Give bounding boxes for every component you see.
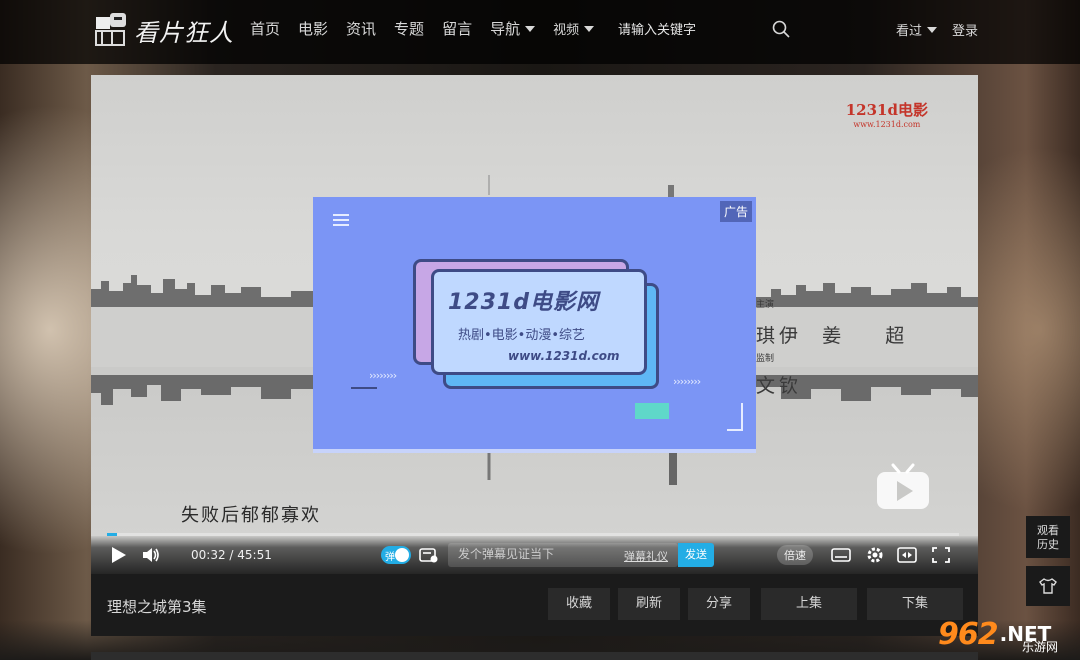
gear-icon[interactable]: [865, 546, 885, 564]
logo-text: 看片狂人: [134, 18, 234, 47]
video-player[interactable]: 1231d电影 www.1231d.com 主演 琪伊 姜 超 监制 文钦 失败…: [91, 75, 978, 574]
ad-title: 1231d电影网: [448, 290, 599, 315]
previous-episode-button[interactable]: 上集: [761, 588, 857, 620]
ad-decoration: [635, 403, 669, 419]
watermark-url: www.1231d.com: [853, 120, 921, 129]
ad-badge: 广告: [719, 201, 752, 222]
credit-role: 监制: [756, 354, 775, 364]
site-logo[interactable]: 看片狂人: [92, 10, 234, 50]
danmaku-toggle-label: 弹: [385, 552, 395, 563]
nav-item-guide[interactable]: 导航: [490, 18, 536, 39]
credit-role: 主演: [756, 300, 775, 310]
nav-item-messages[interactable]: 留言: [442, 18, 472, 39]
nav-label: 资讯: [346, 20, 377, 38]
nav-label: 留言: [442, 20, 473, 38]
episode-bar: 理想之城第3集 收藏 刷新 分享 上集 下集: [91, 574, 978, 636]
progress-bar[interactable]: [107, 533, 959, 536]
ad-card: 1231d电影网 热剧•电影•动漫•综艺 www.1231d.com: [431, 269, 647, 375]
login-link[interactable]: 登录: [952, 20, 978, 39]
watermark-subtitle: 乐游网: [1022, 640, 1059, 654]
fullscreen-icon[interactable]: [931, 546, 951, 564]
menu-icon: [333, 214, 349, 226]
chevron-down-icon: [584, 25, 595, 32]
subtitle-caption: 失败后郁郁寡欢: [181, 505, 321, 526]
nav-item-topics[interactable]: 专题: [394, 18, 424, 39]
ad-corner-decoration: [727, 403, 743, 431]
shirt-icon: [1039, 578, 1057, 594]
search-icon[interactable]: [772, 20, 790, 38]
ad-url: www.1231d.com: [508, 349, 620, 363]
top-navbar: 看片狂人 首页 电影 资讯 专题 留言 导航 视频 看过 登录: [0, 0, 1080, 64]
danmaku-settings-icon[interactable]: [419, 546, 439, 564]
nav-item-news[interactable]: 资讯: [346, 18, 376, 39]
ad-arrows: ››››››››: [369, 369, 397, 382]
nav-label: 视频: [553, 23, 580, 38]
channel-watermark: 1231d电影 www.1231d.com: [846, 99, 928, 129]
history-dropdown[interactable]: 看过: [896, 20, 938, 39]
nav-label: 专题: [394, 20, 425, 38]
picture-in-picture-icon[interactable]: [897, 546, 917, 564]
chevron-down-icon: [525, 25, 536, 32]
corner-watermark: 962 .NET 乐游网: [938, 608, 1080, 660]
player-controls: 00:32 / 45:51 弹 弹幕礼仪 发送 倍速: [91, 533, 978, 574]
send-danmaku-button[interactable]: 发送: [678, 543, 714, 567]
progress-fill: [107, 533, 117, 536]
danmaku-toggle[interactable]: 弹: [381, 546, 411, 564]
toggle-knob: [395, 548, 409, 562]
nav-item-video[interactable]: 视频: [553, 18, 595, 39]
danmaku-input[interactable]: [456, 546, 620, 562]
share-button[interactable]: 分享: [688, 588, 750, 620]
danmaku-input-box: 弹幕礼仪: [448, 543, 678, 567]
episode-title: 理想之城第3集: [107, 598, 207, 616]
play-icon[interactable]: [109, 546, 129, 564]
watch-history-label: 观看历史: [1037, 524, 1059, 551]
danmaku-etiquette-link[interactable]: 弹幕礼仪: [624, 548, 668, 564]
ad-tagline: 热剧•电影•动漫•综艺: [458, 328, 586, 343]
tv-play-icon: [877, 463, 929, 509]
main-nav: 首页 电影 资讯 专题 留言 导航 视频: [250, 18, 612, 39]
refresh-button[interactable]: 刷新: [618, 588, 680, 620]
credit-names: 琪伊 姜 超: [756, 325, 909, 347]
watermark-number: 962: [938, 616, 999, 652]
volume-icon[interactable]: [141, 546, 161, 564]
skin-button[interactable]: [1026, 566, 1070, 606]
nav-item-home[interactable]: 首页: [250, 18, 280, 39]
watermark-title: 1231d电影: [845, 101, 928, 119]
ad-dash: [351, 387, 377, 389]
time-display: 00:32 / 45:51: [191, 548, 272, 562]
subtitles-icon[interactable]: [831, 546, 851, 564]
chevron-down-icon: [927, 26, 938, 33]
ad-overlay[interactable]: 广告 1231d电影网 热剧•电影•动漫•综艺 www.1231d.com ››…: [313, 197, 756, 449]
video-frame[interactable]: 1231d电影 www.1231d.com 主演 琪伊 姜 超 监制 文钦 失败…: [91, 75, 978, 536]
nav-item-movies[interactable]: 电影: [298, 18, 328, 39]
nav-label: 导航: [490, 20, 521, 38]
watch-history-button[interactable]: 观看历史: [1026, 516, 1070, 558]
logo-mark-icon: [95, 13, 126, 46]
history-label: 看过: [896, 24, 923, 39]
nav-label: 电影: [298, 20, 329, 38]
nav-label: 首页: [250, 20, 281, 38]
favorite-button[interactable]: 收藏: [548, 588, 610, 620]
ad-arrows: ››››››››: [673, 375, 701, 388]
credit-names: 文钦: [756, 375, 803, 397]
playback-speed-button[interactable]: 倍速: [777, 545, 813, 565]
content-strip: [91, 652, 978, 660]
